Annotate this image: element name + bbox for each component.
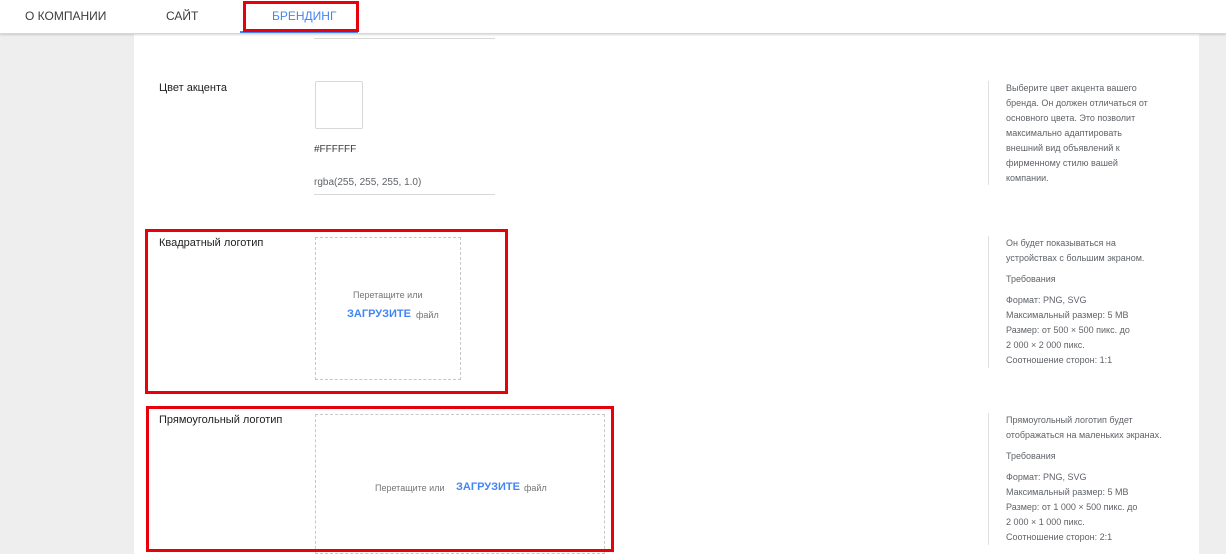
rect-logo-highlight — [146, 406, 614, 552]
requirements-title: Требования — [1006, 451, 1056, 461]
square-logo-help: Он будет показываться на устройствах с б… — [988, 236, 1144, 368]
requirement-item: 2 000 × 2 000 пикс. — [1006, 340, 1085, 350]
requirement-item: 2 000 × 1 000 пикс. — [1006, 517, 1085, 527]
tab-bar: О КОМПАНИИ САЙТ БРЕНДИНГ — [0, 0, 1226, 34]
help-line: максимально адаптировать — [1006, 128, 1122, 138]
requirement-item: Формат: PNG, SVG — [1006, 295, 1087, 305]
accent-color-rgba-field[interactable] — [314, 172, 495, 195]
tab-site[interactable]: САЙТ — [166, 0, 198, 33]
help-line: устройствах с большим экраном. — [1006, 253, 1145, 263]
accent-color-rgba-input[interactable] — [314, 174, 495, 191]
help-line: компании. — [1006, 173, 1049, 183]
requirement-item: Максимальный размер: 5 MB — [1006, 310, 1129, 320]
accent-color-hex: #FFFFFF — [314, 144, 357, 155]
help-line: Он будет показываться на — [1006, 238, 1116, 248]
requirement-item: Соотношение сторон: 1:1 — [1006, 355, 1113, 365]
branding-tab-highlight — [243, 1, 359, 32]
square-logo-highlight — [145, 229, 508, 394]
help-line: фирменному стилю вашей — [1006, 158, 1118, 168]
accent-color-label: Цвет акцента — [159, 82, 228, 94]
accent-color-help: Выберите цвет акцента вашего бренда. Он … — [988, 81, 1148, 185]
rect-logo-help: Прямоугольный логотип будет отображаться… — [988, 413, 1162, 545]
previous-field-underline — [314, 38, 495, 39]
help-line: основного цвета. Это позволит — [1006, 113, 1136, 123]
requirement-item: Формат: PNG, SVG — [1006, 472, 1087, 482]
requirement-item: Размер: от 1 000 × 500 пикс. до — [1006, 502, 1138, 512]
help-line: бренда. Он должен отличаться от — [1006, 98, 1148, 108]
help-line: Прямоугольный логотип будет — [1006, 415, 1133, 425]
requirement-item: Максимальный размер: 5 MB — [1006, 487, 1129, 497]
help-line: внешний вид объявлений к — [1006, 143, 1120, 153]
requirement-item: Соотношение сторон: 2:1 — [1006, 532, 1113, 542]
requirements-title: Требования — [1006, 274, 1056, 284]
help-line: отображаться на маленьких экранах. — [1006, 430, 1162, 440]
tab-about-company[interactable]: О КОМПАНИИ — [25, 0, 106, 33]
requirement-item: Размер: от 500 × 500 пикс. до — [1006, 325, 1130, 335]
accent-color-swatch[interactable] — [315, 81, 363, 129]
help-line: Выберите цвет акцента вашего — [1006, 83, 1137, 93]
